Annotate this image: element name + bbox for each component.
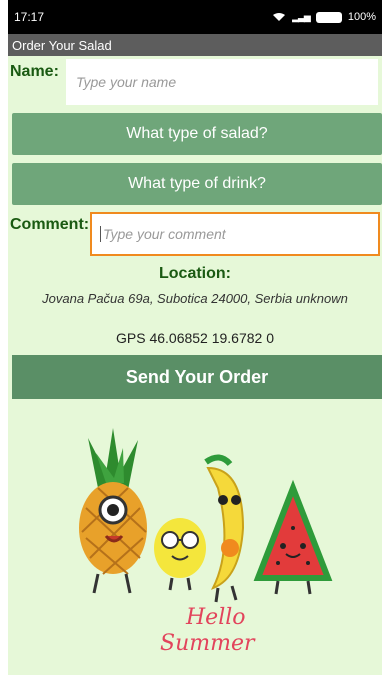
lemon-character [154,518,206,591]
battery-icon [315,11,342,23]
app-title: Order Your Salad [12,37,112,53]
watermelon-character [253,479,333,595]
text-cursor [100,226,101,242]
caption-hello: Hello [185,605,246,630]
banana-character [204,454,245,603]
app-title-bar: Order Your Salad [8,34,382,56]
send-order-button[interactable]: Send Your Order [12,355,382,399]
battery-level: 100% [347,11,376,23]
comment-placeholder: Type your comment [103,226,226,242]
status-bar: 17:17 ▂▃▅ 100% [8,0,382,34]
signal-icon: ▂▃▅ [292,11,311,22]
app-screen: 17:17 ▂▃▅ 100% Order Your Salad Name: Ty… [8,0,382,675]
pineapple-character [79,428,147,594]
hello-summer-illustration: Hello Summer [79,428,333,656]
caption-summer: Summer [160,631,256,656]
name-row: Name: Type your name [8,59,382,106]
status-time: 17:17 [14,10,45,24]
name-input[interactable]: Type your name [66,59,378,105]
salad-type-button[interactable]: What type of salad? [12,113,382,155]
location-title: Location: [159,265,231,282]
drink-type-button[interactable]: What type of drink? [12,163,382,205]
name-placeholder: Type your name [76,74,177,90]
comment-input[interactable]: Type your comment [90,212,380,256]
salad-type-button-label: What type of salad? [126,125,268,142]
comment-row: Comment: Type your comment [8,212,382,260]
send-order-button-label: Send Your Order [125,366,269,387]
location-address: Jovana Pačua 69a, Subotica 24000, Serbia… [42,291,348,306]
gps-coordinates: GPS 46.06852 19.6782 0 [115,330,275,346]
drink-type-button-label: What type of drink? [128,175,266,192]
status-icons: ▂▃▅ 100% [272,11,376,23]
name-label: Name: [10,63,59,80]
wifi-icon [273,13,286,21]
comment-label: Comment: [10,216,90,233]
